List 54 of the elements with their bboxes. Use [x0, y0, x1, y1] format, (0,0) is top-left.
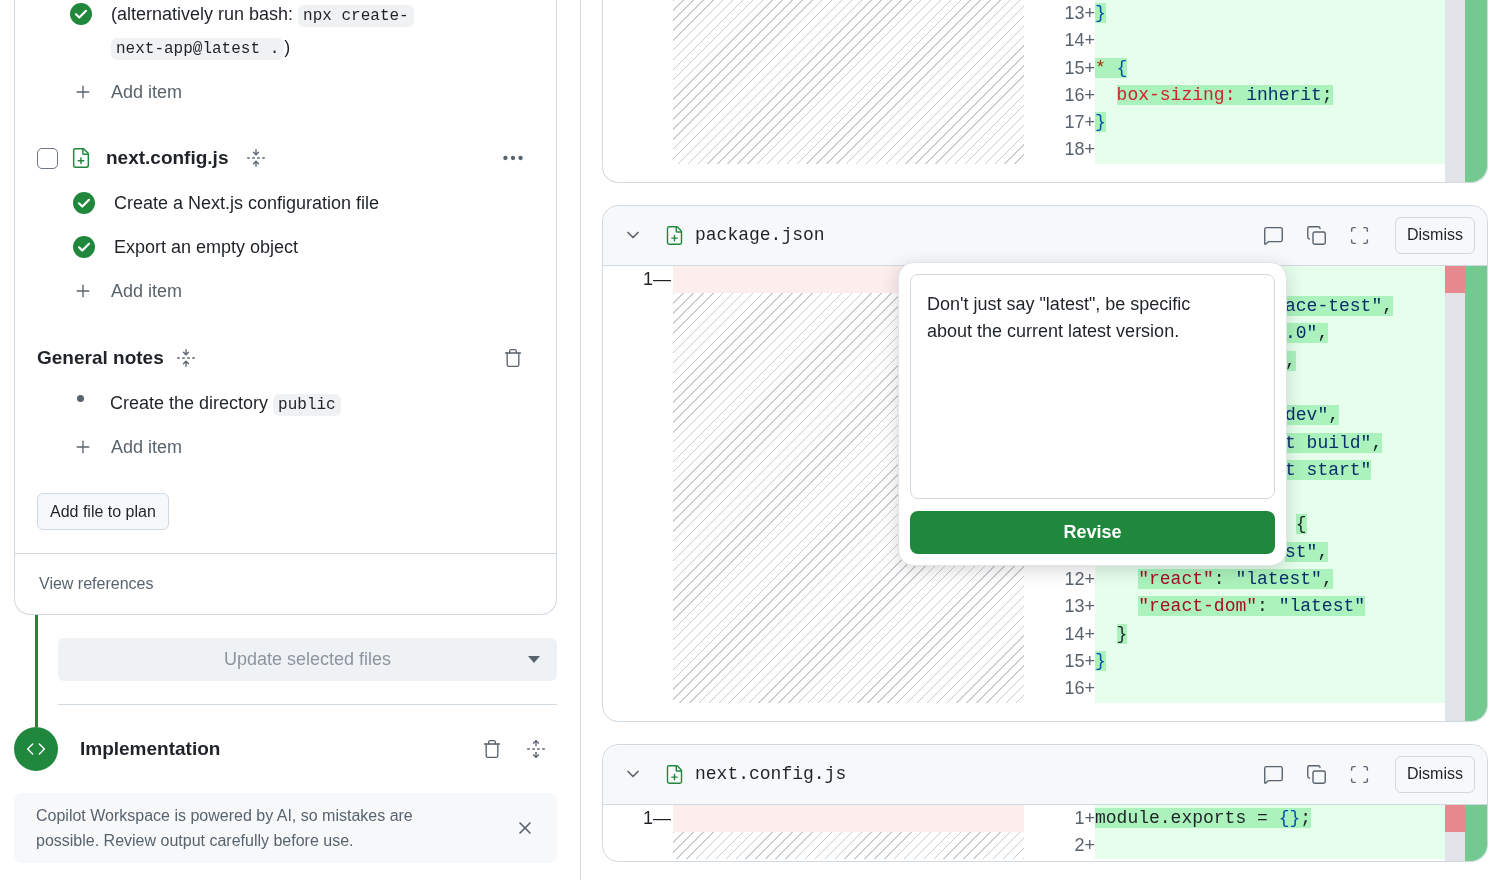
line-number: 13+ — [1064, 595, 1095, 619]
update-files-button: Update selected files — [58, 638, 557, 681]
fold-icon[interactable] — [246, 148, 267, 168]
deletion-marker — [1445, 265, 1465, 293]
add-item-button[interactable]: Add item — [15, 425, 556, 469]
addition-bar — [1465, 804, 1487, 862]
caret-icon — [528, 656, 540, 663]
file-added-icon — [70, 147, 92, 169]
line-number: 15+ — [1064, 56, 1095, 80]
move-icon[interactable] — [526, 739, 546, 759]
fullscreen-icon[interactable] — [1349, 224, 1370, 246]
line-number: 14+ — [1064, 622, 1095, 646]
file-name: package.json — [695, 223, 825, 247]
add-item-button[interactable]: Add item — [15, 70, 183, 114]
bullet-icon — [77, 394, 84, 402]
section-title: General notes — [37, 345, 164, 370]
add-item-button[interactable]: Add item — [15, 269, 556, 313]
copy-icon[interactable] — [1306, 224, 1327, 246]
dismiss-button[interactable]: Dismiss — [1395, 216, 1475, 254]
file-added-icon — [664, 224, 685, 246]
trash-icon[interactable] — [503, 348, 523, 368]
line-number: 14+ — [1064, 29, 1095, 53]
fold-icon[interactable] — [175, 348, 196, 368]
line-number: 1+ — [1074, 806, 1095, 830]
file-name: next.config.js — [106, 145, 229, 170]
checkbox[interactable] — [37, 147, 58, 169]
revise-button[interactable]: Revise — [910, 510, 1275, 554]
fullscreen-icon[interactable] — [1349, 763, 1370, 785]
item-text: Create the directory public — [110, 389, 341, 417]
line-number: 1— — [643, 806, 671, 830]
item-text: Create a Next.js configuration file — [114, 191, 380, 215]
line-number: 17+ — [1064, 111, 1095, 135]
file-added-icon — [664, 763, 685, 785]
line-number: 15+ — [1064, 649, 1095, 673]
line-number: 12+ — [1064, 568, 1095, 592]
comment-icon[interactable] — [1263, 224, 1284, 246]
file-name: next.config.js — [695, 762, 847, 786]
comment-field[interactable]: Don't just say "latest", be specific about the current latest version. — [910, 273, 1275, 499]
copy-icon[interactable] — [1306, 763, 1327, 785]
view-references-link[interactable]: View references — [39, 572, 154, 596]
line-number: 13+ — [1064, 2, 1095, 25]
notice-text: Copilot Workspace is powered by AI, so mistakes are possible. Review output carefully before use. — [36, 806, 414, 851]
trash-icon[interactable] — [482, 739, 502, 759]
comment-icon[interactable] — [1263, 763, 1284, 785]
line-number: 2+ — [1074, 833, 1095, 857]
line-number: 18+ — [1064, 138, 1095, 162]
step-title: Implementation — [80, 736, 221, 761]
line-number: 16+ — [1064, 677, 1095, 701]
line-number: 1— — [643, 267, 671, 291]
dismiss-button[interactable]: Dismiss — [1395, 755, 1475, 793]
line-number: 16+ — [1064, 83, 1095, 107]
add-file-button[interactable]: Add file to plan — [37, 493, 169, 530]
item-text: Export an empty object — [114, 235, 299, 259]
deletion-marker — [1445, 804, 1465, 832]
